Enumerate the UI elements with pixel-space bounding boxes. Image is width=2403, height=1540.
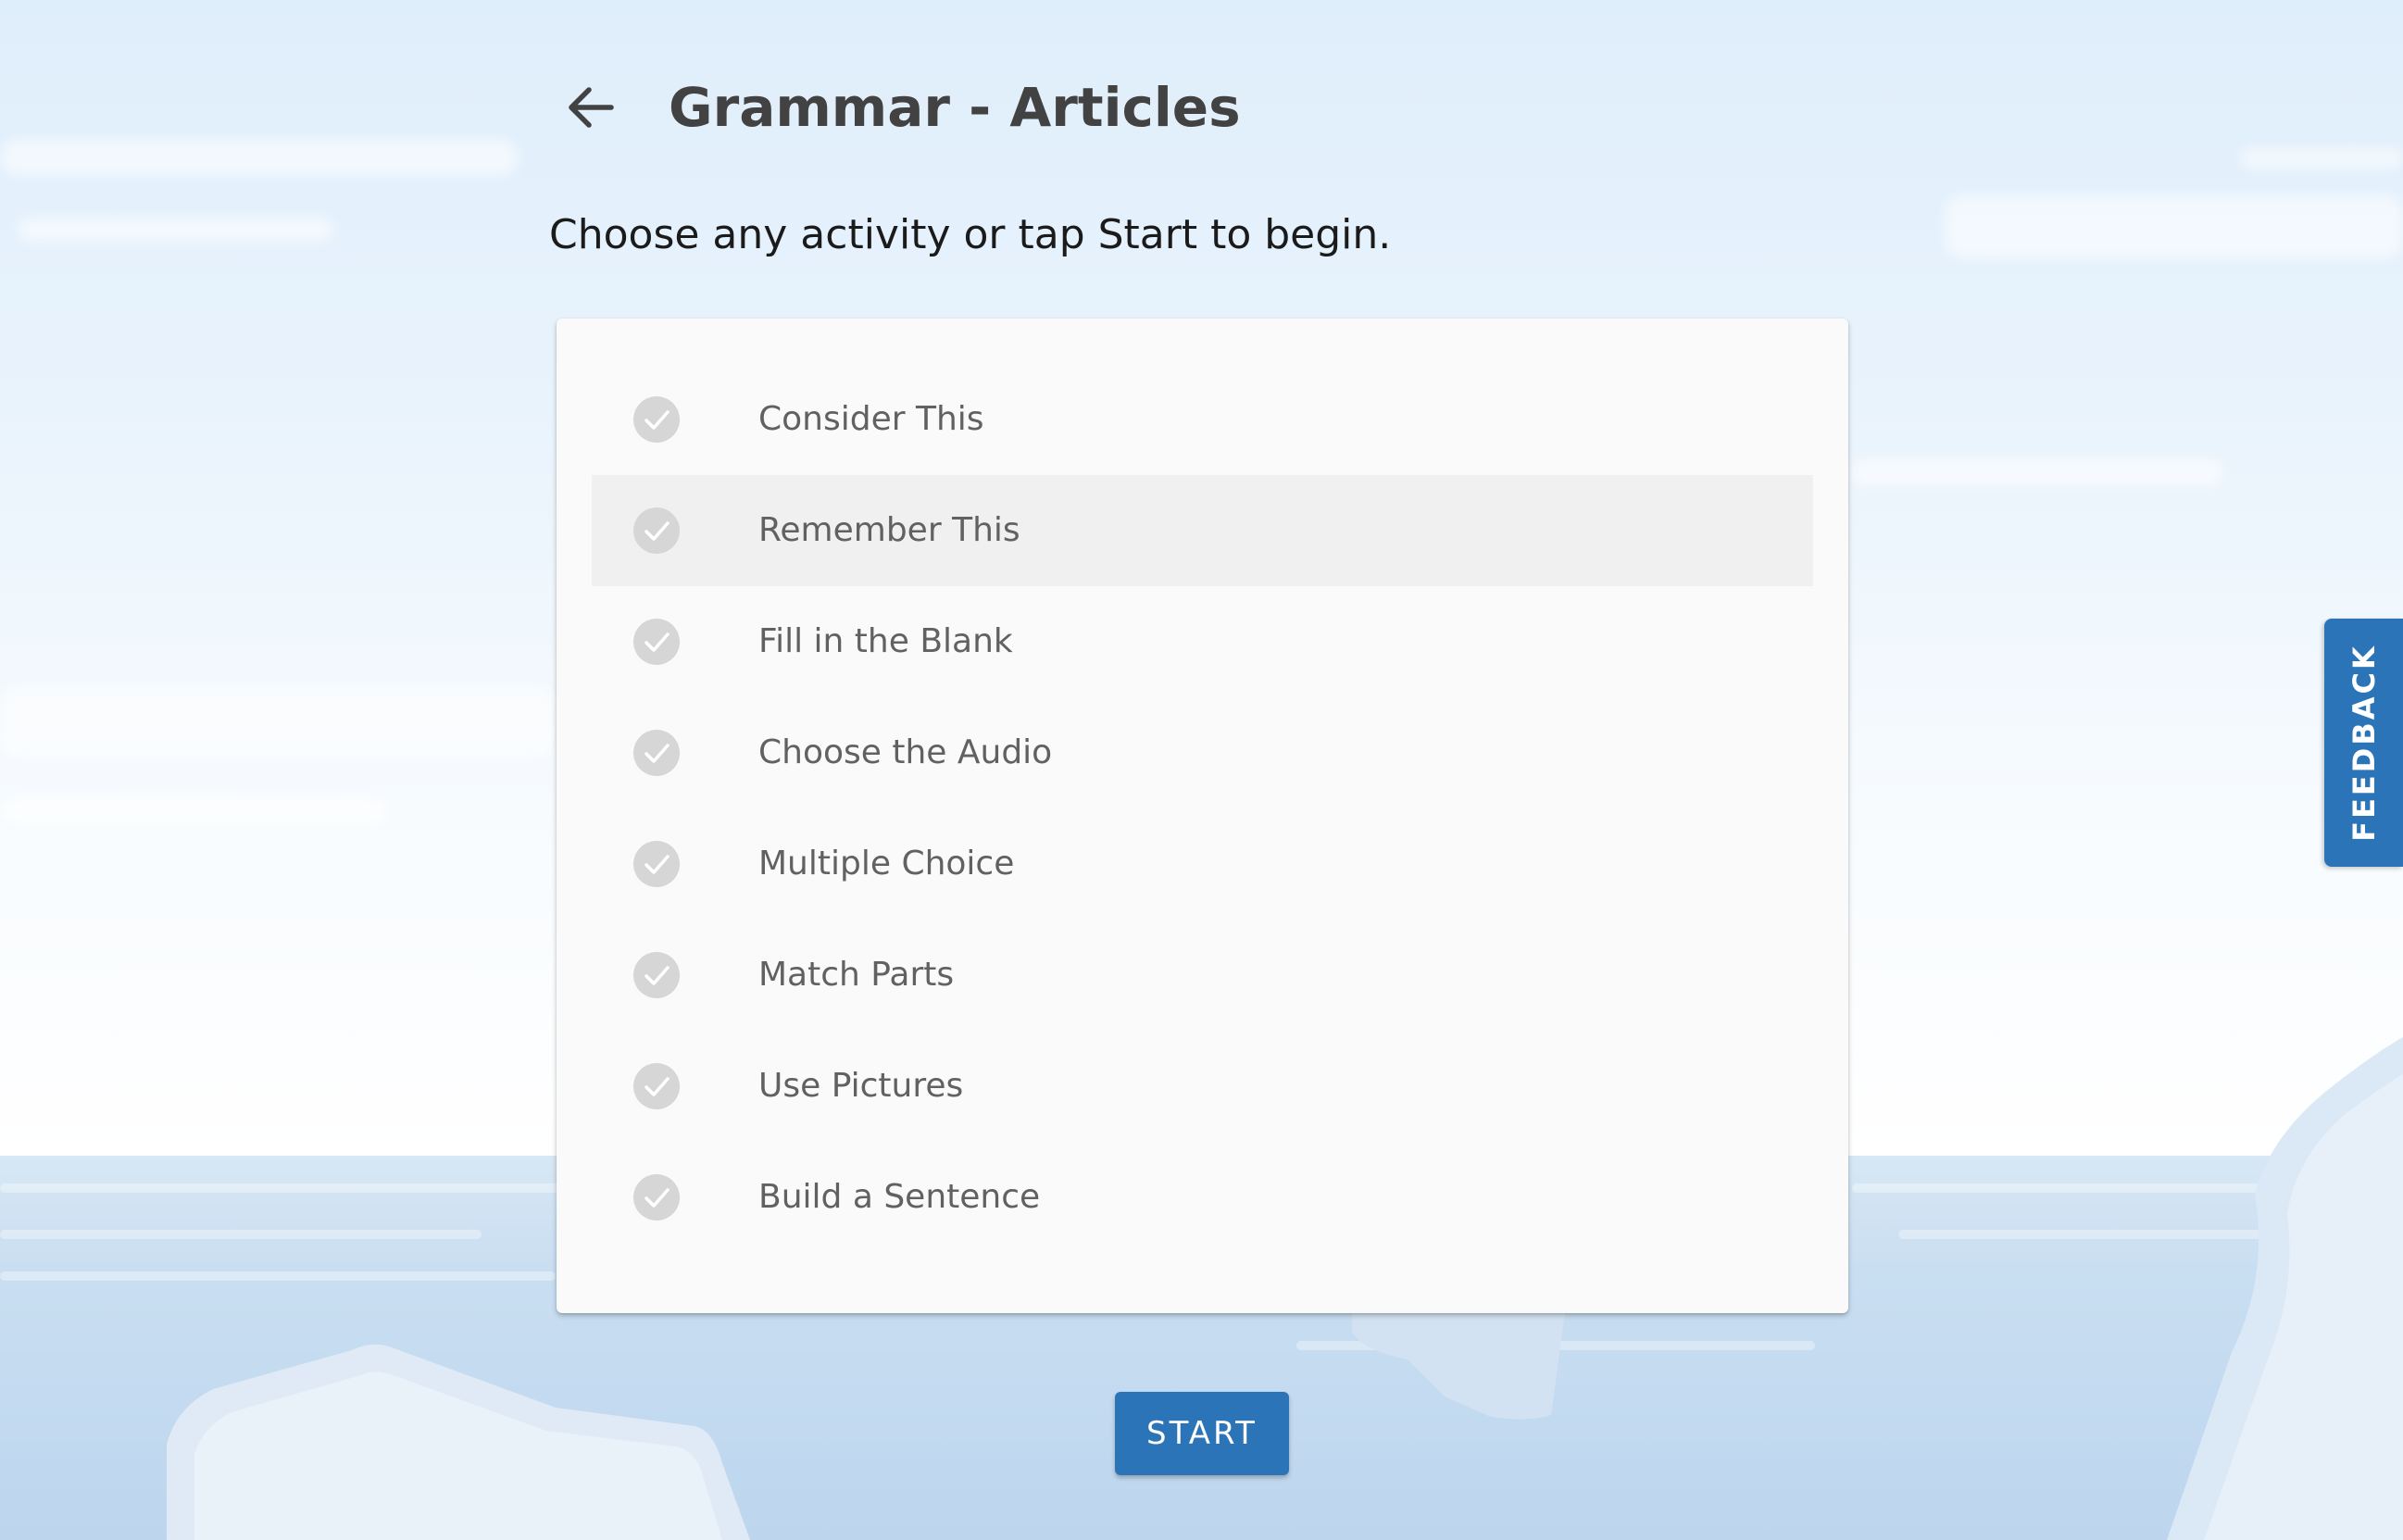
activity-label: Match Parts (758, 956, 955, 994)
check-circle-icon (633, 952, 680, 998)
activity-item-use-pictures[interactable]: Use Pictures (592, 1031, 1813, 1142)
feedback-label: FEEDBACK (2346, 644, 2382, 842)
cloud-streak (1852, 458, 2222, 486)
check-circle-icon (633, 396, 680, 443)
activity-card: Consider This Remember This Fill in the … (557, 319, 1848, 1313)
check-circle-icon (633, 507, 680, 554)
water-ripple (1296, 1341, 1815, 1350)
water-ripple (1852, 1183, 2315, 1193)
water-ripple (0, 1183, 574, 1193)
water-ripple (1898, 1230, 2287, 1239)
feedback-tab[interactable]: FEEDBACK (2324, 619, 2403, 867)
activity-item-fill-in-the-blank[interactable]: Fill in the Blank (592, 586, 1813, 697)
activity-label: Multiple Choice (758, 845, 1015, 883)
activity-label: Choose the Audio (758, 733, 1053, 771)
check-circle-icon (633, 1174, 680, 1221)
page-title: Grammar - Articles (669, 76, 1241, 139)
cloud-streak (0, 796, 389, 826)
cloud-streak (0, 139, 519, 176)
activity-label: Remember This (758, 511, 1020, 549)
activity-item-remember-this[interactable]: Remember This (592, 475, 1813, 586)
cloud-streak (1945, 194, 2403, 259)
activity-label: Build a Sentence (758, 1178, 1041, 1216)
back-button[interactable] (557, 74, 624, 141)
check-circle-icon (633, 730, 680, 776)
instructions-text: Choose any activity or tap Start to begi… (549, 211, 1392, 258)
cloud-streak (0, 685, 556, 759)
arrow-left-icon (569, 87, 614, 128)
check-circle-icon (633, 1063, 680, 1109)
water-ripple (0, 1271, 556, 1281)
start-button[interactable]: START (1115, 1392, 1289, 1475)
water-ripple (0, 1230, 482, 1239)
activity-item-multiple-choice[interactable]: Multiple Choice (592, 808, 1813, 920)
activity-item-consider-this[interactable]: Consider This (592, 364, 1813, 475)
activity-item-match-parts[interactable]: Match Parts (592, 920, 1813, 1031)
activity-label: Use Pictures (758, 1067, 964, 1105)
activity-item-build-a-sentence[interactable]: Build a Sentence (592, 1142, 1813, 1253)
cloud-streak (2241, 148, 2403, 169)
activity-list: Consider This Remember This Fill in the … (592, 364, 1813, 1253)
check-circle-icon (633, 619, 680, 665)
check-circle-icon (633, 841, 680, 887)
cloud-streak (19, 218, 333, 242)
activity-label: Consider This (758, 400, 984, 438)
activity-item-choose-the-audio[interactable]: Choose the Audio (592, 697, 1813, 808)
activity-label: Fill in the Blank (758, 622, 1013, 660)
